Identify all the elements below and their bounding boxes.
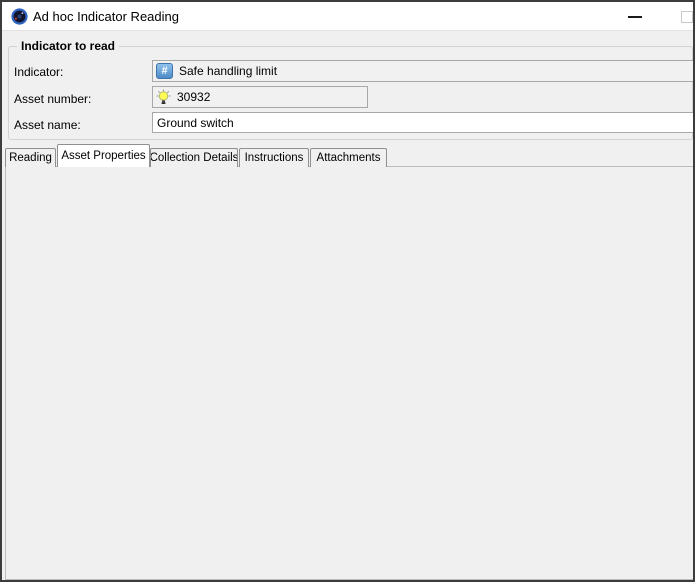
minimize-icon	[628, 16, 642, 18]
tab-reading[interactable]: Reading	[5, 148, 56, 167]
asset-number-value: 30932	[177, 90, 210, 104]
indicator-to-read-title: Indicator to read	[17, 39, 119, 53]
tab-instructions-label: Instructions	[245, 152, 304, 164]
window-title: Ad hoc Indicator Reading	[33, 9, 179, 24]
tab-reading-label: Reading	[9, 152, 52, 164]
asset-name-field[interactable]: Ground switch	[152, 112, 695, 133]
tab-collection-details[interactable]: Collection Details	[150, 148, 238, 167]
asset-name-label: Asset name:	[14, 118, 81, 132]
tab-asset-properties[interactable]: Asset Properties	[57, 144, 150, 167]
indicator-label: Indicator:	[14, 65, 63, 79]
asset-number-label: Asset number:	[14, 92, 91, 106]
bulb-icon	[156, 89, 171, 105]
indicator-value: Safe handling limit	[179, 64, 277, 78]
title-bar: Ad hoc Indicator Reading	[2, 2, 693, 31]
ad-hoc-indicator-reading-dialog: Ad hoc Indicator Reading Indicator to re…	[0, 0, 695, 582]
minimize-button[interactable]	[620, 5, 650, 28]
asset-name-value: Ground switch	[157, 116, 234, 130]
maximize-button[interactable]	[672, 5, 695, 28]
indicator-hash-icon: #	[156, 63, 173, 79]
tab-asset-properties-label: Asset Properties	[61, 150, 145, 162]
tab-attachments[interactable]: Attachments	[310, 148, 387, 167]
indicator-field[interactable]: # Safe handling limit	[152, 60, 695, 82]
tab-instructions[interactable]: Instructions	[239, 148, 309, 167]
asset-number-field[interactable]: 30932	[152, 86, 368, 108]
asset-properties-tab-page	[5, 166, 695, 580]
tab-attachments-label: Attachments	[317, 152, 381, 164]
app-icon	[11, 8, 28, 30]
maximize-icon	[681, 11, 693, 23]
tab-collection-details-label: Collection Details	[150, 152, 238, 164]
